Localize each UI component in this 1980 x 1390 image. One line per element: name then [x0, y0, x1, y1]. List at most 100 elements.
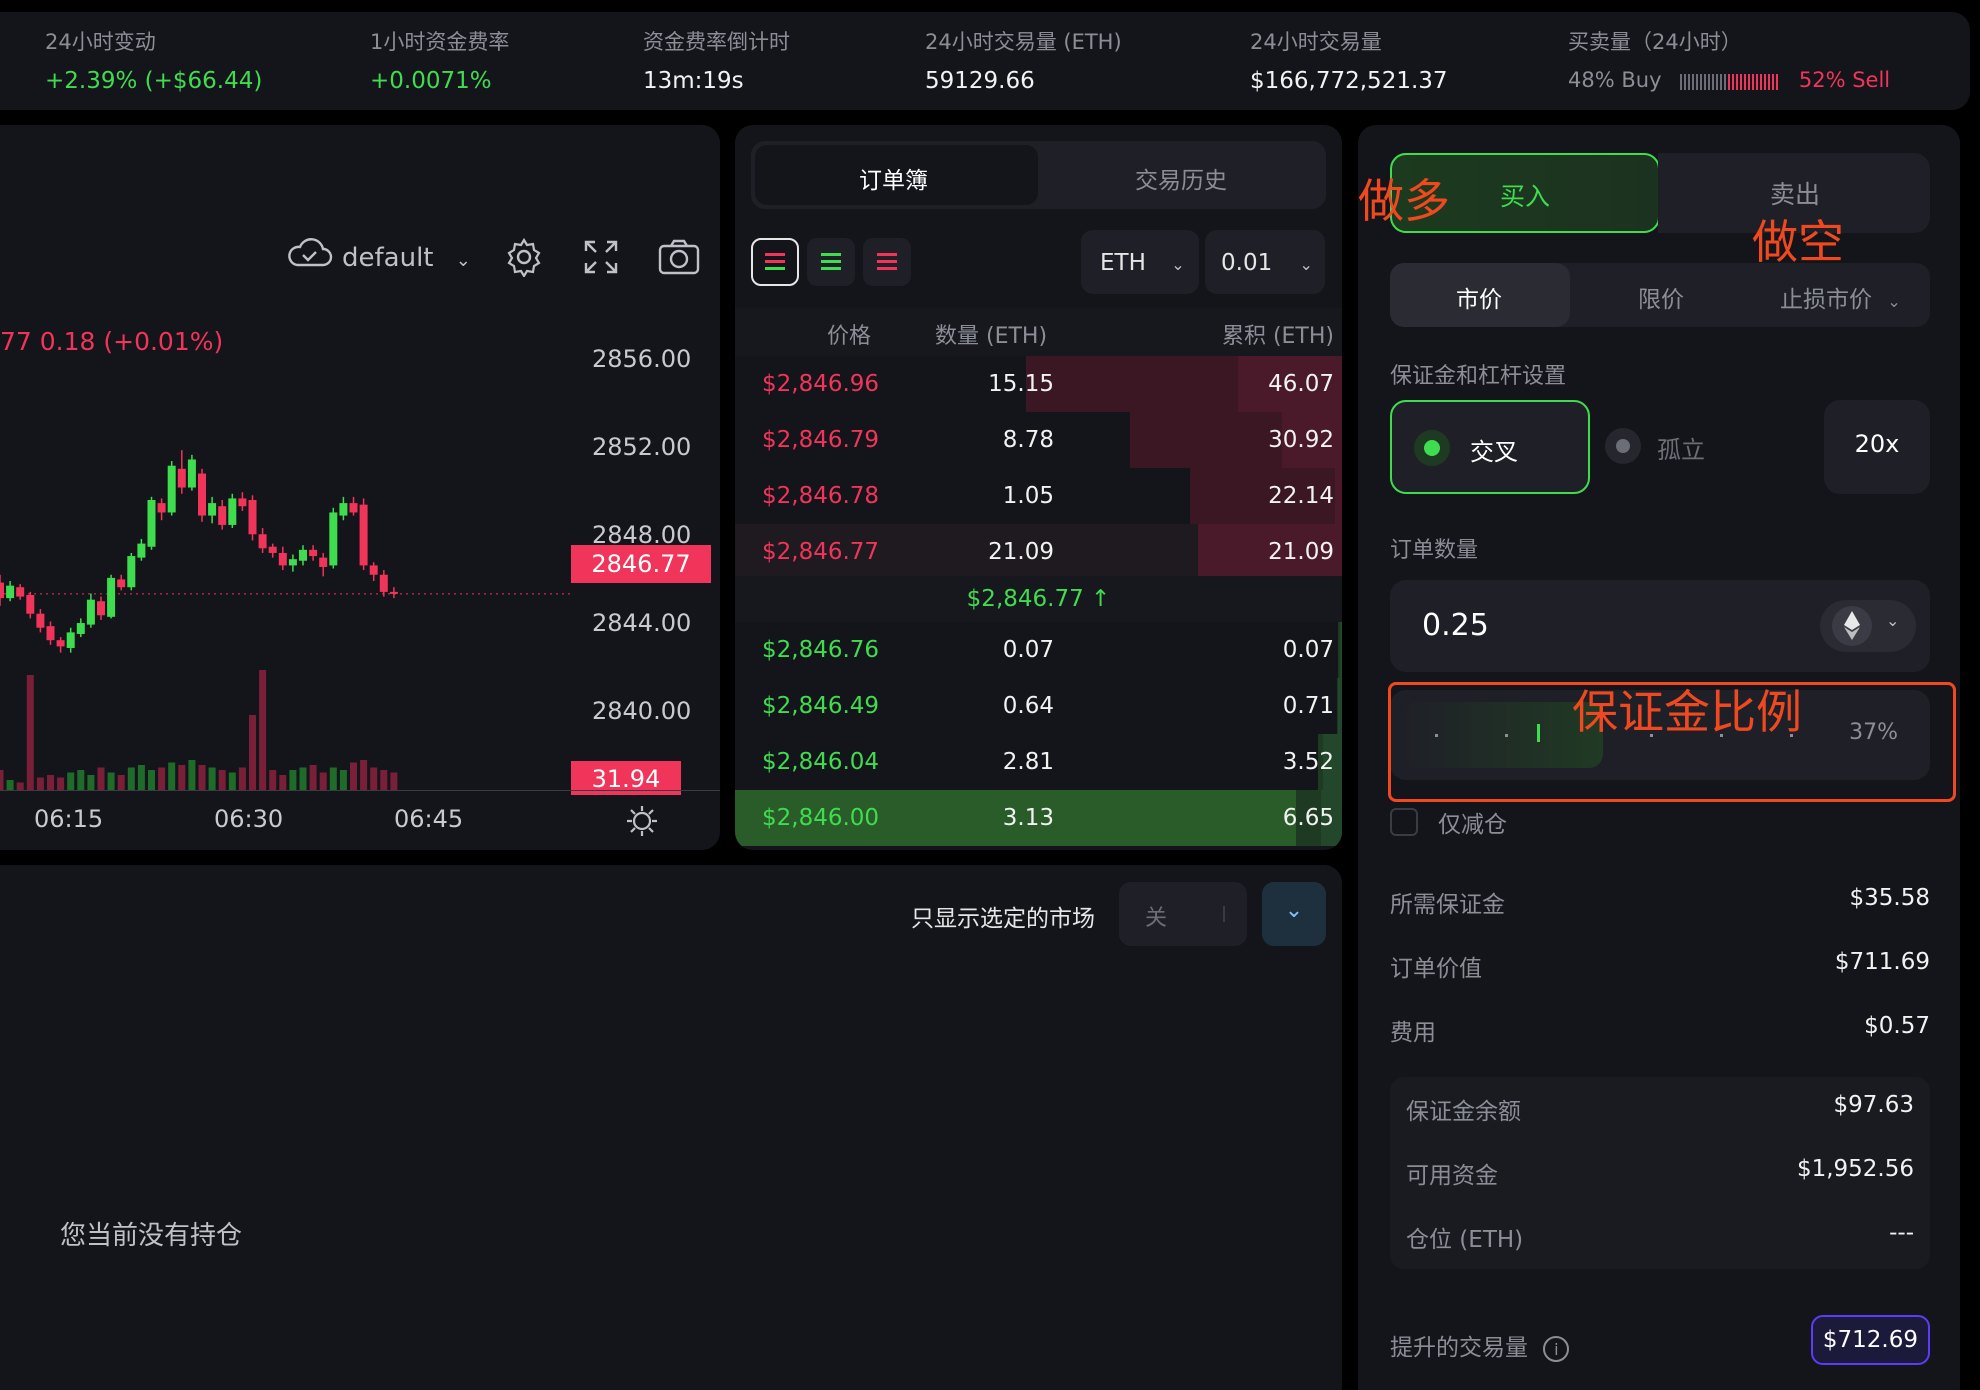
volume-bar: [218, 770, 226, 790]
candle-body: [369, 565, 378, 575]
qty-input[interactable]: 0.25 ⌄: [1390, 580, 1930, 672]
ask-row[interactable]: $2,846.77 21.09 21.09: [735, 524, 1342, 580]
qty-label: 订单数量: [1390, 538, 1479, 563]
volume-bar: [0, 770, 4, 790]
candle-body: [147, 499, 156, 547]
time-tick: 06:15: [34, 805, 104, 833]
volume-bar: [87, 775, 95, 790]
orderbook-price: $2,846.49: [762, 693, 880, 719]
summary-row: 费用 $0.57: [1390, 1013, 1930, 1046]
volume-bar: [269, 770, 277, 790]
leverage-button[interactable]: 20x: [1824, 400, 1930, 494]
candle-body: [36, 613, 45, 628]
tab-trade-history[interactable]: 交易历史: [1135, 161, 1227, 195]
tab-orderbook[interactable]: 订单簿: [859, 161, 928, 195]
candle-body: [198, 473, 206, 516]
candle-body: [97, 601, 105, 616]
annotation-short: 做空: [1752, 215, 1844, 269]
info-icon[interactable]: i: [1543, 1335, 1570, 1362]
candle-body: [26, 595, 35, 614]
bid-row[interactable]: $2,846.49 0.64 0.71: [735, 678, 1342, 734]
candle-body: [349, 503, 358, 513]
asset-unit-select[interactable]: ⌄: [1820, 600, 1916, 652]
ask-row[interactable]: $2,846.96 15.15 46.07: [735, 356, 1342, 412]
margin-mode-cross[interactable]: 交叉: [1390, 400, 1590, 494]
reduce-only-checkbox[interactable]: [1390, 808, 1418, 836]
tab-stop-market[interactable]: 止损市价 ⌄: [1780, 280, 1901, 314]
volume-bar: [208, 767, 216, 790]
volume-bar: [168, 762, 176, 790]
candle-body: [86, 599, 95, 625]
stat-buy-sell-ratio: 买卖量（24小时） 48% Buy 52% Sell: [1568, 30, 1891, 92]
orderbook-panel: 订单簿 交易历史 ETH ⌄ 0.01 ⌄ 价格 数量 (ETH) 累积 (ET…: [735, 125, 1342, 850]
tab-limit[interactable]: 限价: [1638, 280, 1684, 314]
volume-bar: [309, 765, 317, 790]
margin-mode-isolated[interactable]: 孤立: [1603, 400, 1763, 494]
candlestick-plot[interactable]: [0, 125, 720, 850]
orderbook-price: $2,846.79: [762, 427, 880, 453]
view-asks-icon[interactable]: [863, 238, 911, 286]
orderbook-price: $2,846.78: [762, 483, 880, 509]
orderbook-qty: 8.78: [1002, 427, 1054, 453]
candle-body: [359, 504, 368, 566]
candle-body: [309, 549, 318, 557]
volume-bar: [319, 772, 327, 790]
radio-unselected-icon: [1605, 428, 1641, 464]
orderbook-qty: 0.64: [1002, 693, 1054, 719]
candle-body: [268, 546, 277, 553]
margin-section-label: 保证金和杠杆设置: [1390, 364, 1567, 389]
account-row: 保证金余额 $97.63: [1406, 1092, 1914, 1125]
ask-row[interactable]: $2,846.79 8.78 30.92: [735, 412, 1342, 468]
orderbook-price: $2,846.00: [762, 805, 880, 831]
volume-bar: [158, 767, 166, 790]
chevron-down-icon: ⌄: [1299, 255, 1313, 274]
candle-body: [329, 512, 338, 566]
tick-size-select[interactable]: 0.01 ⌄: [1205, 230, 1325, 294]
view-both-icon[interactable]: [751, 238, 799, 286]
account-summary: 保证金余额 $97.63 可用资金 $1,952.56 仓位 (ETH) ---: [1390, 1077, 1930, 1269]
volume-bar: [380, 770, 388, 790]
candle-body: [177, 468, 186, 488]
chart-settings-sun-icon[interactable]: [626, 805, 658, 845]
candle-body: [278, 552, 287, 566]
volume-bar: [228, 772, 236, 790]
bid-row[interactable]: $2,846.00 3.13 6.65: [735, 790, 1342, 846]
orderbook-qty: 1.05: [1002, 483, 1054, 509]
orderbook-price: $2,846.04: [762, 749, 880, 775]
candle-body: [288, 559, 297, 566]
empty-positions-text: 您当前没有持仓: [60, 1221, 243, 1251]
qty-depth-bar: [1337, 678, 1342, 734]
boost-value: $712.69: [1810, 1315, 1930, 1365]
current-price-tag: 2846.77: [571, 545, 711, 583]
orderbook-qty: 3.13: [1002, 805, 1054, 831]
orderbook-qty: 21.09: [988, 539, 1054, 565]
time-tick: 06:45: [394, 805, 464, 833]
candle-body: [56, 640, 65, 647]
view-bids-icon[interactable]: [807, 238, 855, 286]
eth-icon: [1832, 606, 1872, 646]
ask-row[interactable]: $2,846.78 1.05 22.14: [735, 468, 1342, 524]
chevron-down-icon[interactable]: ⌄: [1262, 882, 1326, 946]
orderbook-cum: 22.14: [1268, 483, 1334, 509]
bid-row[interactable]: $2,846.04 2.81 3.52: [735, 734, 1342, 790]
filter-toggle[interactable]: 关: [1119, 882, 1247, 946]
candle-body: [187, 459, 196, 488]
order-type-tabs: 市价 限价 止损市价 ⌄: [1390, 263, 1930, 327]
price-tick: 2852.00: [592, 433, 692, 461]
summary-row: 订单价值 $711.69: [1390, 949, 1930, 982]
volume-bar: [57, 777, 65, 790]
candle-body: [218, 506, 227, 525]
qty-depth-bar: [1334, 468, 1342, 524]
volume-bar: [350, 762, 357, 790]
orderbook-price: $2,846.77: [762, 539, 880, 565]
tab-market[interactable]: 市价: [1390, 263, 1570, 327]
asset-select[interactable]: ETH ⌄: [1081, 230, 1199, 294]
orderbook-qty: 0.07: [1002, 637, 1054, 663]
bid-row[interactable]: $2,846.76 0.07 0.07: [735, 622, 1342, 678]
candle-body: [258, 534, 267, 549]
candle-body: [379, 574, 388, 592]
volume-bar: [339, 770, 347, 790]
volume-bar: [289, 770, 297, 790]
volume-bar: [329, 767, 337, 790]
volume-bar: [390, 772, 398, 790]
